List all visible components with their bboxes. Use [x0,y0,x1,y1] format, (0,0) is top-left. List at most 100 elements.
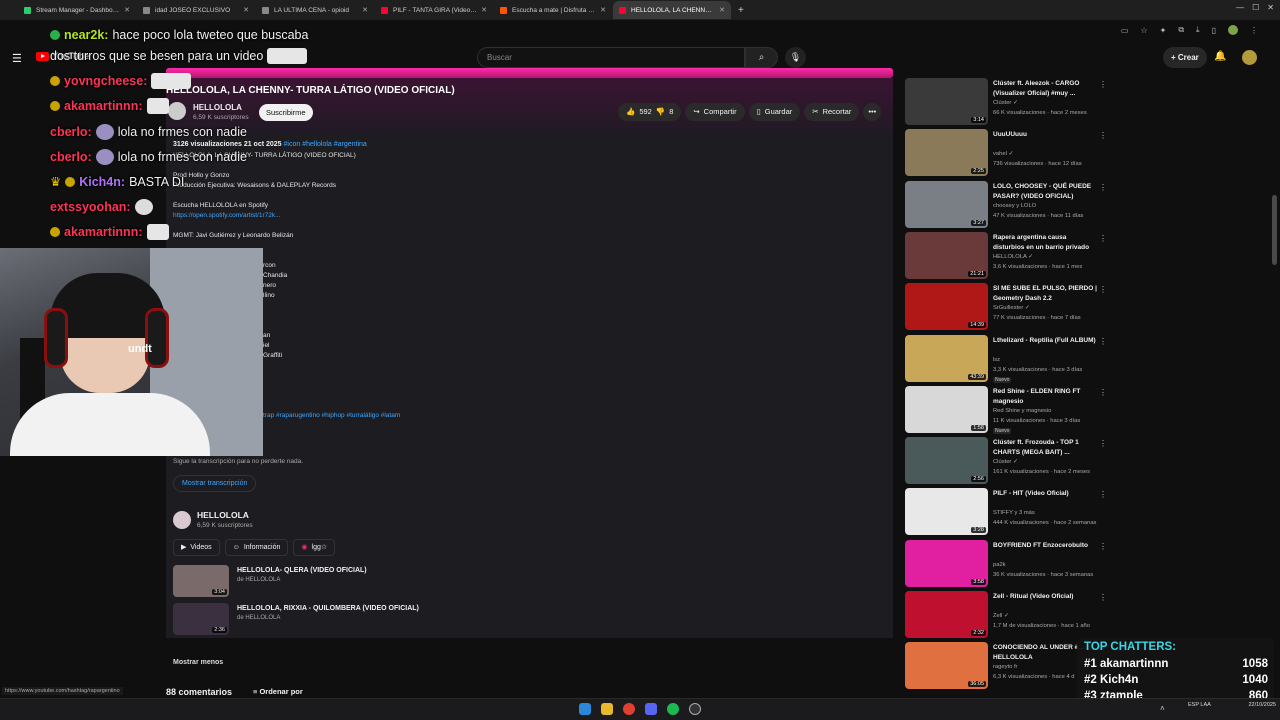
show-transcript-button[interactable]: Mostrar transcripción [173,475,257,492]
chat-message: akamartinnn: [50,98,169,114]
channel-card-name[interactable]: HELLOLOLA [197,510,249,520]
kebab-menu-icon[interactable]: ⋮ [1099,234,1107,243]
related-video[interactable]: 2:36 HELLOLOLA, RIXXIA - QUILOMBERA (VID… [173,603,573,635]
kebab-menu-icon[interactable]: ⋮ [1099,285,1107,294]
search-icon: ⌕ [758,52,765,63]
duration-badge: 3:28 [971,527,986,534]
close-icon[interactable]: ✕ [481,6,487,14]
kebab-menu-icon[interactable]: ⋮ [1099,439,1107,448]
sort-by-button[interactable]: ≡ Ordenar por [253,687,303,696]
videos-button[interactable]: ▶ Videos [173,539,220,556]
scrollbar[interactable] [1272,195,1277,265]
chat-emote-icon [95,149,114,165]
more-actions-button[interactable]: ••• [863,103,882,121]
recommended-video[interactable]: 2:32 Zell - Ritual (Video Oficial) Zell ✓ 1… [905,591,1110,639]
description-hashtags-bottom[interactable]: trap #raparugentino #hiphop #turralátigo… [263,412,400,419]
keyboard-language[interactable]: ESP LAA [1188,702,1211,709]
recommended-title: Red Shine - ELDEN RING FT magnesio [993,387,1081,405]
chatter-rank: #1 [1084,658,1097,670]
chat-message: ♛ Kich4n: BASTA DI [50,174,184,190]
recommended-video[interactable]: 14:39 SI ME SUBE EL PULSO, PIERDO | Geome… [905,283,1110,331]
windows-start-icon[interactable] [579,703,591,715]
obs-icon[interactable] [689,703,701,715]
related-title: HELLOLOLA, RIXXIA - QUILOMBERA (VIDEO OF… [237,605,419,612]
minimize-icon[interactable]: — [1236,3,1244,12]
browser-tab-active[interactable]: HELLOLOLA, LA CHENNY- TURRA L ✕ [613,1,731,19]
notifications-bell-icon[interactable]: 🔔 [1214,51,1226,62]
recommended-channel: Clúster ✓ [993,459,1018,466]
recommended-thumbnail: 14:39 [905,283,988,331]
close-window-icon[interactable]: ✕ [1267,3,1274,12]
download-icon[interactable]: ⤓ [1196,25,1200,35]
share-label: Compartir [703,107,737,116]
description-line: rcon [263,262,276,269]
recommended-video[interactable]: 3:14 Clúster ft. Aleezok - CARGO (Visuali… [905,78,1110,126]
kebab-menu-icon[interactable]: ⋮ [1099,131,1107,140]
recommended-views: 161 K visualizaciones · hace 2 meses [993,469,1090,476]
instagram-button[interactable]: ◉ lgg☆ [293,539,336,556]
kebab-menu-icon[interactable]: ⋮ [1099,388,1107,397]
maximize-icon[interactable]: ☐ [1252,3,1259,12]
browser-tab[interactable]: Escucha a mate | Disfruta de la m ✕ [494,1,612,19]
recommended-video[interactable]: 2:56 Clúster ft. Frozouda - TOP 1 CHARTS … [905,437,1110,485]
close-icon[interactable]: ✕ [600,6,606,14]
search-button[interactable]: ⌕ [745,47,778,68]
chat-message: cberlo: lola no frmes con nadie [50,149,247,165]
new-tab-button[interactable]: + [738,5,744,16]
kebab-menu-icon[interactable]: ⋮ [1099,542,1107,551]
bookmark-star-icon[interactable]: ☆ [1140,26,1147,35]
search-input[interactable]: Buscar [477,47,745,68]
sidebar-icon[interactable]: ▯ [1212,26,1216,35]
recommended-thumbnail: 3:27 [905,180,988,228]
voice-search-button[interactable]: 🎙 [785,47,806,68]
extension-icon[interactable]: ✦ [1160,26,1167,35]
file-explorer-icon[interactable] [601,703,613,715]
chat-emote-icon [146,224,169,240]
create-button[interactable]: + Crear [1163,47,1207,68]
chat-emote-icon [146,98,169,114]
kebab-menu-icon[interactable]: ⋮ [1099,593,1107,602]
share-button[interactable]: ↪ Compartir [685,103,745,121]
recommended-title: UuuUUuuu [993,131,1027,139]
discord-icon[interactable] [645,703,657,715]
related-video[interactable]: 3:04 HELLOLOLA- QLERA (VIDEO OFICIAL) de … [173,565,573,597]
kebab-menu-icon[interactable]: ⋮ [1099,490,1107,499]
cast-icon[interactable]: ▭ [1121,26,1129,35]
channel-card-avatar[interactable] [173,511,191,529]
duration-badge: 36:05 [968,681,986,688]
taskbar-clock[interactable]: 22/10/2025 [1248,702,1276,709]
kebab-menu-icon[interactable]: ⋮ [1250,26,1258,35]
like-button[interactable]: 👍 592 👎 8 [618,103,682,121]
info-label: Información [243,544,281,551]
show-less-button[interactable]: Mostrar menos [173,659,223,666]
recommended-video[interactable]: 21:21 Rapera argentina causa disturbios e… [905,231,1110,280]
webcam-body [10,393,210,456]
recommended-video[interactable]: 3:58 BOYFRIEND FT Enzocerobulto pa2k 36 K v… [905,539,1110,588]
channel-card-subs: 6,59 K suscriptores [197,522,253,529]
puzzle-icon[interactable]: ⧉ [1178,25,1184,35]
profile-avatar[interactable] [1228,25,1238,35]
chat-text: dos turros que se besen para un video [50,49,264,63]
spotify-icon[interactable] [667,703,679,715]
recommended-title: PILF - HIT (Video Oficial) [993,490,1069,498]
save-button[interactable]: ▯ Guardar [748,103,801,121]
kebab-menu-icon[interactable]: ⋮ [1099,337,1107,346]
recommended-video[interactable]: 3:27 LOLO, CHOOSEY - QUÉ PUEDE PASAR? (VI… [905,180,1110,229]
recommended-title: BOYFRIEND FT Enzocerobulto [993,541,1088,549]
recommended-thumbnail: 2:25 [905,129,988,177]
kebab-menu-icon[interactable]: ⋮ [1099,80,1107,89]
recommended-video[interactable]: 3:28 PILF - HIT (Video Oficial) STIFFY y 3… [905,488,1110,536]
recommended-video[interactable]: 43:39 Lthelizard - Reptilia (Full ALBUM) l… [905,334,1110,383]
tray-chevron-icon[interactable]: ˄ [1160,704,1165,713]
thumbs-down-icon[interactable]: 👎 [656,103,665,121]
recommended-video[interactable]: 1:58 Red Shine - ELDEN RING FT magnesio Re… [905,385,1110,434]
close-icon[interactable]: ✕ [719,6,725,14]
kebab-menu-icon[interactable]: ⋮ [1099,183,1107,192]
info-button[interactable]: ☺ Información [224,539,289,556]
user-avatar[interactable] [1242,50,1257,65]
windows-taskbar: ˄ ESP LAA 22/10/2025 [0,698,1280,720]
chrome-icon[interactable] [623,703,635,715]
recommended-views: 3,6 K visualizaciones · hace 1 mes [993,263,1083,270]
recommended-video[interactable]: 2:25 UuuUUuuu vahel ✓ 736 visualizaciones ·… [905,129,1110,177]
clip-button[interactable]: ✂ Recortar [804,103,860,121]
